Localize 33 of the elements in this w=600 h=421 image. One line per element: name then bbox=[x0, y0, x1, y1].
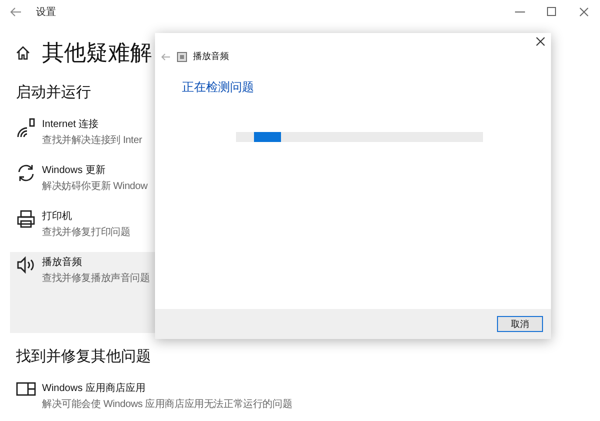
troubleshooter-item[interactable]: Internet 连接 查找并解决连接到 Inter bbox=[10, 114, 161, 154]
close-icon[interactable] bbox=[536, 37, 545, 46]
troubleshooter-item[interactable]: Windows 更新 解决妨碍你更新 Window bbox=[10, 160, 161, 200]
close-icon[interactable] bbox=[579, 7, 589, 17]
item-title: Windows 更新 bbox=[42, 164, 106, 177]
item-title: Internet 连接 bbox=[42, 118, 100, 131]
window-title: 设置 bbox=[36, 6, 57, 19]
status-heading: 正在检测问题 bbox=[181, 79, 255, 96]
item-title: 打印机 bbox=[42, 210, 73, 223]
section-heading: 启动并运行 bbox=[16, 83, 91, 102]
split-window-icon bbox=[16, 381, 36, 397]
cancel-button[interactable]: 取消 bbox=[497, 316, 543, 332]
page-title: 其他疑难解 bbox=[42, 40, 152, 68]
sync-icon bbox=[16, 163, 36, 183]
item-title: 播放音频 bbox=[42, 256, 83, 269]
speaker-icon bbox=[16, 255, 36, 275]
item-description: 解决可能会使 Windows 应用商店应用无法正常运行的问题 bbox=[42, 398, 292, 411]
item-description: 解决妨碍你更新 Window bbox=[42, 180, 148, 193]
troubleshooter-item[interactable]: 打印机 查找并修复打印问题 bbox=[10, 206, 161, 246]
item-title: Windows 应用商店应用 bbox=[42, 382, 146, 395]
troubleshooter-item[interactable]: Windows 应用商店应用 解决可能会使 Windows 应用商店应用无法正常运行的问题 bbox=[10, 378, 298, 418]
back-icon[interactable] bbox=[10, 7, 22, 17]
app-icon bbox=[177, 52, 187, 62]
printer-icon bbox=[16, 209, 36, 229]
section-heading: 找到并修复其他问题 bbox=[16, 347, 151, 366]
item-description: 查找并解决连接到 Inter bbox=[42, 134, 142, 147]
home-icon[interactable] bbox=[16, 46, 30, 60]
wifi-icon bbox=[16, 117, 36, 139]
dialog-title: 播放音频 bbox=[193, 50, 229, 63]
maximize-icon[interactable] bbox=[547, 7, 557, 17]
minimize-icon[interactable] bbox=[515, 11, 525, 13]
item-description: 查找并修复打印问题 bbox=[42, 226, 130, 239]
item-description: 查找并修复播放声音问题 bbox=[42, 272, 150, 285]
